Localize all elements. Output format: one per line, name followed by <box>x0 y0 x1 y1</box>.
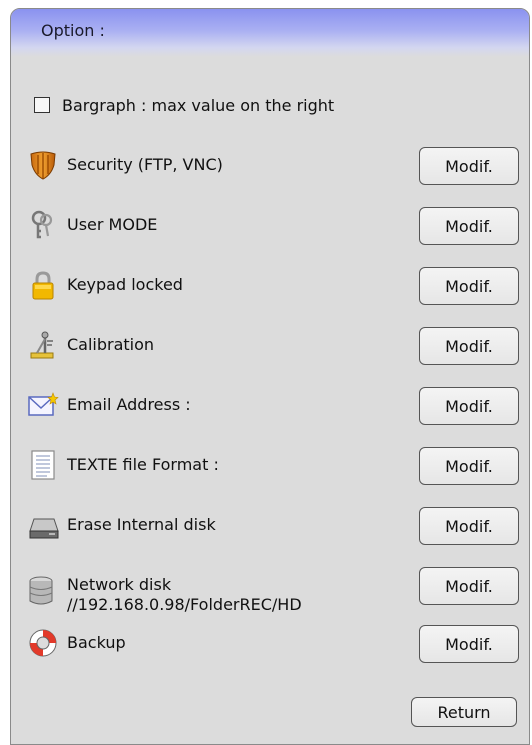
keys-icon <box>31 210 53 239</box>
option-label: User MODE <box>67 215 158 234</box>
title-bar: Option : <box>11 9 529 57</box>
option-label: Calibration <box>67 335 155 354</box>
option-label: Erase Internal disk <box>67 515 216 534</box>
option-label: Security (FTP, VNC) <box>67 155 223 174</box>
modif-button-email-address[interactable]: Modif. <box>419 387 519 425</box>
option-text-file-format: TEXTE file Format : Modif. <box>27 445 527 485</box>
network-disk-icon <box>29 576 53 605</box>
network-path: //192.168.0.98/FolderREC/HD <box>67 595 302 614</box>
bargraph-option[interactable]: Bargraph : max value on the right <box>34 93 334 117</box>
lifebuoy-icon <box>29 629 57 657</box>
option-keypad-locked: Keypad locked Modif. <box>27 265 527 305</box>
option-label: Keypad locked <box>67 275 183 294</box>
option-network-disk: Network disk //192.168.0.98/FolderREC/HD… <box>27 565 527 617</box>
padlock-icon <box>32 271 54 300</box>
return-button[interactable]: Return <box>411 697 517 727</box>
bargraph-checkbox[interactable] <box>34 97 50 113</box>
option-calibration: Calibration Modif. <box>27 325 527 365</box>
modif-button-user-mode[interactable]: Modif. <box>419 207 519 245</box>
bargraph-label: Bargraph : max value on the right <box>62 95 335 115</box>
option-label: Backup <box>67 633 126 652</box>
option-label: Network disk <box>67 575 172 594</box>
calibration-icon <box>30 331 54 359</box>
modif-button-keypad-locked[interactable]: Modif. <box>419 267 519 305</box>
modif-button-backup[interactable]: Modif. <box>419 625 519 663</box>
email-icon <box>28 392 59 416</box>
modif-button-text-file-format[interactable]: Modif. <box>419 447 519 485</box>
option-label: TEXTE file Format : <box>67 455 219 474</box>
modif-button-security[interactable]: Modif. <box>419 147 519 185</box>
modif-button-network-disk[interactable]: Modif. <box>419 567 519 605</box>
option-erase-internal-disk: Erase Internal disk Modif. <box>27 505 527 545</box>
text-file-icon <box>31 450 55 480</box>
option-backup: Backup Modif. <box>27 623 527 663</box>
option-security: Security (FTP, VNC) Modif. <box>27 145 527 185</box>
shield-icon <box>30 151 56 180</box>
option-label: Email Address : <box>67 395 191 414</box>
panel-title: Option : <box>41 21 105 40</box>
modif-button-calibration[interactable]: Modif. <box>419 327 519 365</box>
option-panel: Option : Bargraph : max value on the rig… <box>10 8 530 745</box>
option-user-mode: User MODE Modif. <box>27 205 527 245</box>
modif-button-erase-internal-disk[interactable]: Modif. <box>419 507 519 545</box>
option-email-address: Email Address : Modif. <box>27 385 527 425</box>
hard-disk-icon <box>29 518 59 539</box>
